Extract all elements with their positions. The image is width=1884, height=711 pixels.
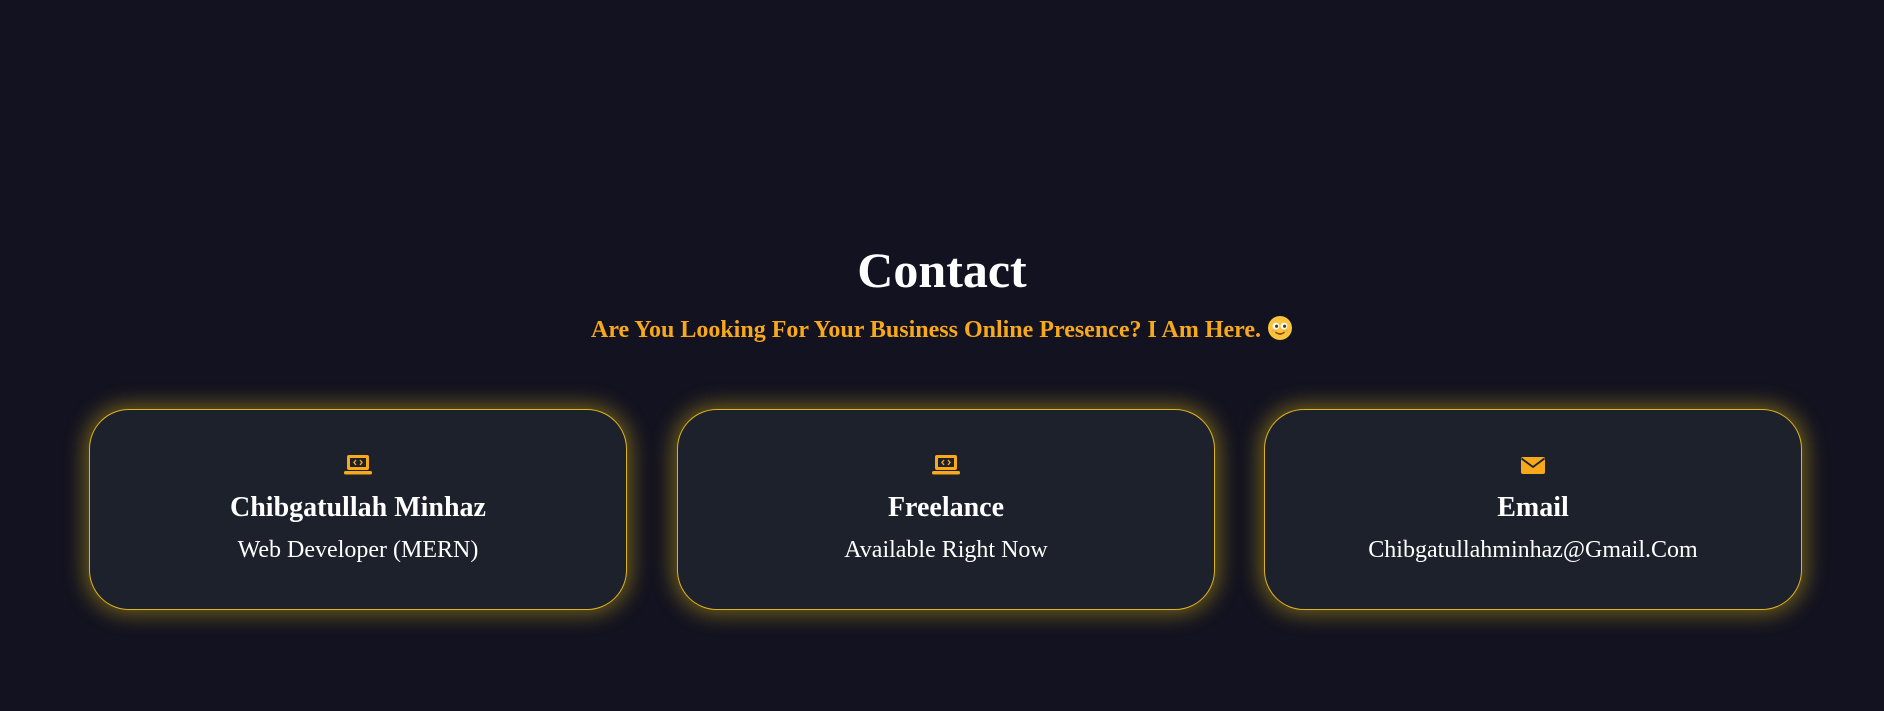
contact-card-freelance: Freelance Available Right Now [677, 409, 1215, 610]
laptop-code-icon [344, 455, 372, 475]
laptop-code-icon [932, 455, 960, 475]
card-heading: Freelance [887, 492, 1005, 523]
contact-card-name: Chibgatullah Minhaz Web Developer (MERN) [89, 409, 627, 610]
card-text: Web Developer (MERN) [237, 537, 479, 563]
contact-card-email: Email Chibgatullahminhaz@Gmail.Com [1264, 409, 1802, 610]
card-heading: Chibgatullah Minhaz [230, 492, 486, 523]
email-link[interactable]: Chibgatullahminhaz@Gmail.Com [1265, 534, 1801, 566]
smiling-face-emoji-icon [1268, 316, 1293, 340]
subtitle-text: Are You Looking For Your Business Online… [590, 317, 1262, 343]
envelope-icon [1520, 457, 1546, 474]
contact-section: Contact Are You Looking For Your Busines… [0, 0, 1884, 711]
card-heading: Email [1497, 492, 1569, 523]
section-subtitle: Are You Looking For Your Business Online… [0, 314, 1884, 346]
section-title: Contact [857, 242, 1027, 298]
card-text: Available Right Now [844, 537, 1048, 563]
